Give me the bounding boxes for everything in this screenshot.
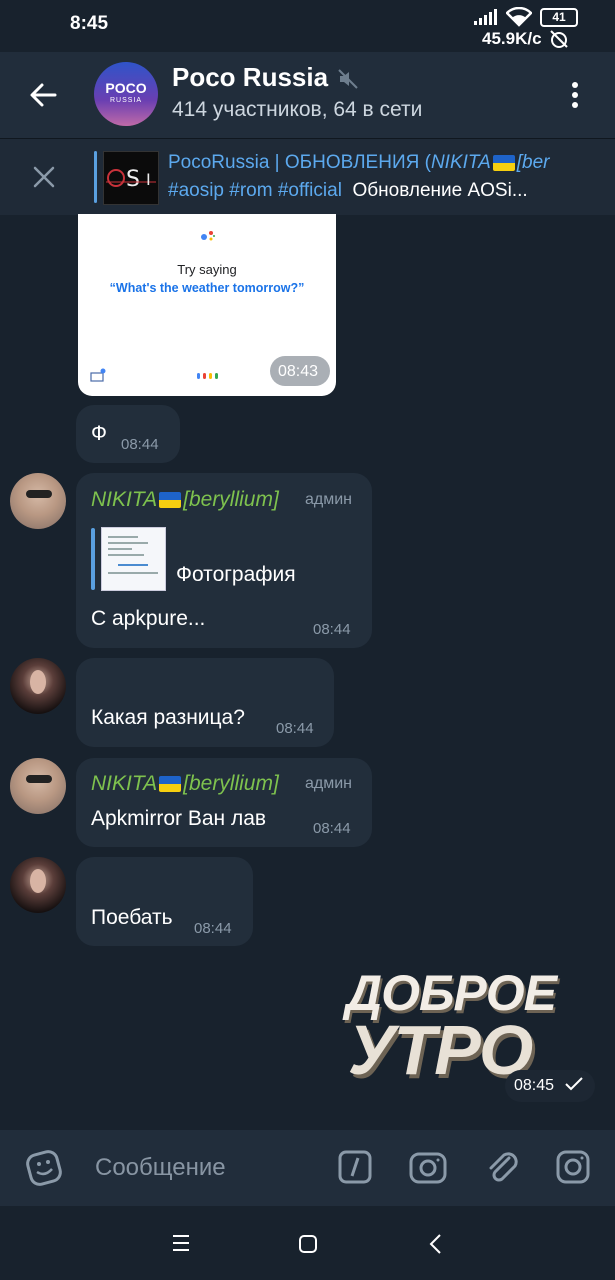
pinned-tags[interactable]: #aosip #rom #official [168, 180, 342, 201]
sticker-line2: УТРО [348, 1011, 533, 1089]
pinned-title: PocoRussia | ОБНОВЛЕНИЯ (NIKITA [ber [168, 152, 588, 174]
image-message[interactable]: Try saying “What's the weather tomorrow?… [78, 214, 336, 396]
thumbnail-line [108, 548, 132, 550]
thumbnail-line [108, 536, 138, 538]
thumbnail-line [108, 572, 158, 574]
avatar-face [30, 869, 46, 893]
avatar-nikita[interactable] [10, 473, 66, 529]
signal-icon [474, 9, 497, 25]
message-text: С apkpure... [91, 607, 206, 630]
avatar-sunglasses [26, 775, 52, 783]
attach-icon[interactable] [485, 1148, 519, 1186]
emoji-icon[interactable] [25, 1149, 63, 1187]
camera-icon[interactable] [409, 1150, 447, 1184]
back-arrow-icon[interactable] [28, 80, 58, 110]
more-vert-icon[interactable] [569, 80, 581, 110]
group-avatar[interactable]: POCO RUSSIA [94, 62, 158, 126]
svg-text:S: S [126, 167, 140, 192]
check-icon [565, 1077, 583, 1091]
sender-name[interactable]: NIKITA [beryllium] [91, 772, 279, 796]
sender-name-text: NIKITA [91, 772, 158, 795]
pinned-body: Обновление AOSi... [352, 180, 528, 201]
avatar-nikita[interactable] [10, 758, 66, 814]
ukraine-flag-icon [159, 492, 182, 509]
image-caption-line1: Try saying [177, 262, 237, 277]
system-nav-bar [0, 1206, 615, 1280]
sender-name-tail: [beryllium] [183, 488, 279, 511]
google-assistant-icon [201, 231, 215, 241]
thumbnail-line [118, 564, 148, 566]
composer-bar: Сообщение [0, 1130, 615, 1206]
admin-badge: админ [305, 491, 353, 508]
pinned-thumbnail: S I [103, 151, 159, 205]
back-nav-icon[interactable] [428, 1233, 442, 1255]
pinned-accent-bar [94, 151, 97, 203]
message-text: Какая разница? [91, 706, 245, 729]
reply-accent-bar [91, 528, 95, 590]
status-bar: 8:45 41 45.9K/с [0, 0, 615, 52]
message-text: Ф [91, 422, 107, 445]
avatar-user[interactable] [10, 857, 66, 913]
bot-command-icon[interactable] [338, 1150, 372, 1184]
reply-label: Фотография [176, 563, 296, 586]
ukraine-flag-icon [492, 154, 515, 171]
admin-badge: админ [305, 775, 353, 792]
avatar-sunglasses [26, 490, 52, 498]
message-input[interactable]: Сообщение [95, 1154, 226, 1182]
thumbnail-line [108, 542, 148, 544]
network-speed: 45.9K/с [482, 29, 542, 48]
chat-title[interactable]: Poco Russia [172, 62, 328, 93]
instagram-icon[interactable] [556, 1150, 590, 1184]
sender-name[interactable]: NIKITA [beryllium] [91, 488, 279, 512]
message-time: 08:44 [194, 920, 232, 937]
message-time: 08:44 [313, 820, 351, 837]
pinned-title-tail: [ber [516, 152, 550, 173]
message-text: Apkmirror Ван лав [91, 807, 267, 830]
alarm-off-icon [550, 30, 568, 48]
pinned-message[interactable]: S I PocoRussia | ОБНОВЛЕНИЯ (NIKITA [ber … [0, 138, 615, 215]
svg-text:I: I [146, 170, 151, 189]
home-nav-icon[interactable] [298, 1234, 318, 1254]
chat-header: POCO RUSSIA Poco Russia 414 участников, … [0, 52, 615, 138]
reply-thumbnail[interactable] [101, 527, 166, 591]
avatar-user[interactable] [10, 658, 66, 714]
battery-indicator: 41 [540, 8, 578, 27]
ukraine-flag-icon [159, 776, 182, 793]
avatar-face [30, 670, 46, 694]
status-time: 8:45 [70, 13, 109, 34]
message-time: 08:44 [313, 621, 351, 638]
message-text: Поебать [91, 906, 173, 929]
assistant-dots-icon [197, 373, 218, 379]
mute-icon [338, 69, 358, 89]
inbox-icon [90, 368, 106, 382]
close-icon[interactable] [32, 165, 56, 189]
chat-subtitle: 414 участников, 64 в сети [172, 98, 423, 121]
pinned-title-plain: PocoRussia | ОБНОВЛЕНИЯ ( [168, 152, 431, 173]
image-time: 08:43 [278, 363, 319, 380]
image-caption-line2: “What's the weather tomorrow?” [109, 281, 305, 295]
message-time: 08:44 [276, 720, 314, 737]
thumbnail-line [108, 554, 144, 556]
message-time: 08:44 [121, 436, 159, 453]
avatar-logo-text: POCO [105, 80, 147, 96]
wifi-icon [506, 7, 532, 27]
sender-name-tail: [beryllium] [183, 772, 279, 795]
pinned-text: #aosip #rom #official Обновление AOSi... [168, 180, 568, 202]
pinned-title-name: NIKITA [430, 152, 491, 173]
sender-name-text: NIKITA [91, 488, 158, 511]
menu-nav-icon[interactable] [171, 1234, 191, 1252]
sticker-time: 08:45 [514, 1077, 555, 1094]
avatar-logo-subtext: RUSSIA [109, 97, 143, 104]
